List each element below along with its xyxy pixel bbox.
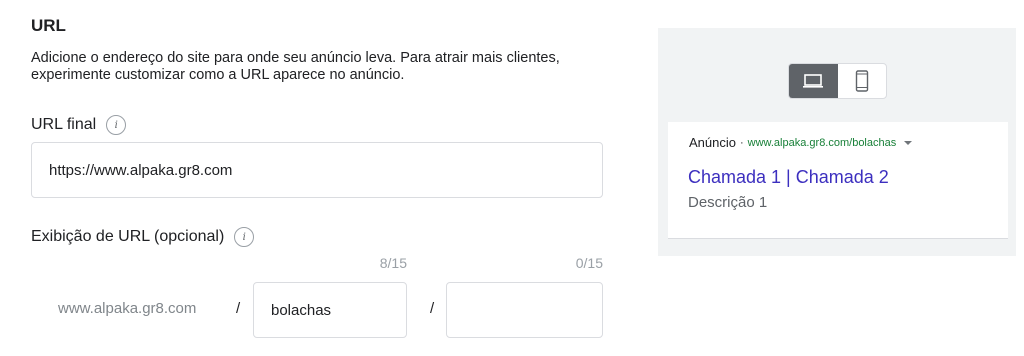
mobile-icon (855, 70, 868, 92)
ad-description: Descrição 1 (688, 194, 768, 211)
final-url-label: URL final (31, 116, 97, 133)
desktop-icon (803, 74, 824, 88)
display-url-label: Exibição de URL (opcional) (31, 228, 225, 245)
mobile-preview-button[interactable] (838, 64, 887, 98)
ad-display-url: www.alpaka.gr8.com/bolachas (747, 136, 897, 149)
path-separator: / (236, 300, 241, 317)
section-title: URL (31, 16, 66, 35)
section-description: Adicione o endereço do site para onde se… (31, 50, 560, 83)
path1-counter: 8/15 (379, 255, 407, 271)
path2-input[interactable] (446, 282, 603, 338)
device-toggle (788, 63, 887, 99)
path1-value: bolachas (271, 301, 332, 319)
ad-dot: · (739, 136, 744, 149)
display-url-label-row: Exibição de URL (opcional) i (31, 227, 255, 247)
desktop-preview-button[interactable] (789, 64, 838, 98)
info-icon[interactable]: i (106, 115, 127, 135)
display-url-domain: www.alpaka.gr8.com (58, 300, 197, 317)
ad-label: Anúncio (689, 135, 736, 150)
ad-url-line: Anúncio · www.alpaka.gr8.com/bolachas (689, 135, 913, 150)
path1-input[interactable]: bolachas (253, 282, 407, 338)
ad-preview-card: Anúncio · www.alpaka.gr8.com/bolachas Ch… (668, 122, 1008, 239)
final-url-input[interactable]: https://www.alpaka.gr8.com (31, 142, 603, 198)
info-icon[interactable]: i (234, 227, 255, 247)
chevron-down-icon (904, 140, 913, 145)
final-url-value: https://www.alpaka.gr8.com (49, 161, 233, 179)
ad-preview-panel: Anúncio · www.alpaka.gr8.com/bolachas Ch… (658, 28, 1016, 256)
path-separator: / (430, 300, 435, 317)
final-url-label-row: URL final i (31, 115, 127, 135)
ad-headline: Chamada 1 | Chamada 2 (688, 167, 889, 187)
path2-counter: 0/15 (575, 255, 603, 271)
